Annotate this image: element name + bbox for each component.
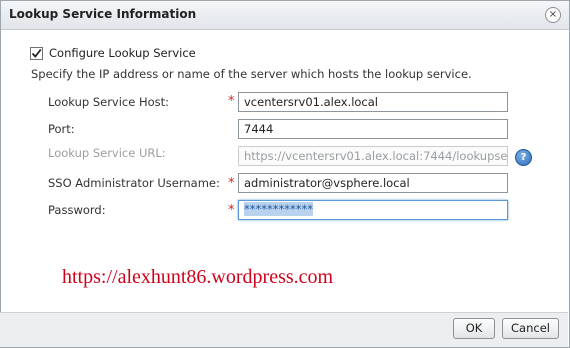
watermark-url: https://alexhunt86.wordpress.com (62, 266, 334, 288)
url-input: https://vcentersrv01.alex.local:7444/loo… (238, 146, 508, 166)
checkmark-icon (31, 48, 42, 58)
username-label: SSO Administrator Username: (48, 176, 220, 190)
username-input[interactable]: administrator@vsphere.local (238, 173, 508, 193)
ok-button[interactable]: OK (453, 318, 495, 339)
url-label: Lookup Service URL: (48, 146, 166, 160)
password-input[interactable]: ************ (238, 200, 508, 220)
configure-lookup-label[interactable]: Configure Lookup Service (49, 46, 196, 60)
password-label: Password: (48, 203, 106, 217)
cancel-button[interactable]: Cancel (502, 318, 559, 339)
dialog-title: Lookup Service Information (9, 7, 197, 21)
host-label: Lookup Service Host: (48, 95, 170, 109)
close-icon: × (548, 9, 558, 20)
dialog-titlebar: Lookup Service Information × (1, 1, 569, 30)
configure-lookup-checkbox[interactable] (30, 47, 43, 60)
port-label: Port: (48, 122, 75, 136)
password-required-marker: * (228, 203, 235, 218)
port-input[interactable]: 7444 (238, 119, 508, 139)
close-button[interactable]: × (545, 7, 561, 23)
help-icon[interactable]: ? (515, 149, 532, 166)
host-input[interactable]: vcentersrv01.alex.local (238, 92, 508, 112)
description-text: Specify the IP address or name of the se… (31, 67, 472, 81)
username-required-marker: * (228, 176, 235, 191)
host-required-marker: * (228, 94, 235, 109)
password-masked-value: ************ (244, 202, 313, 216)
